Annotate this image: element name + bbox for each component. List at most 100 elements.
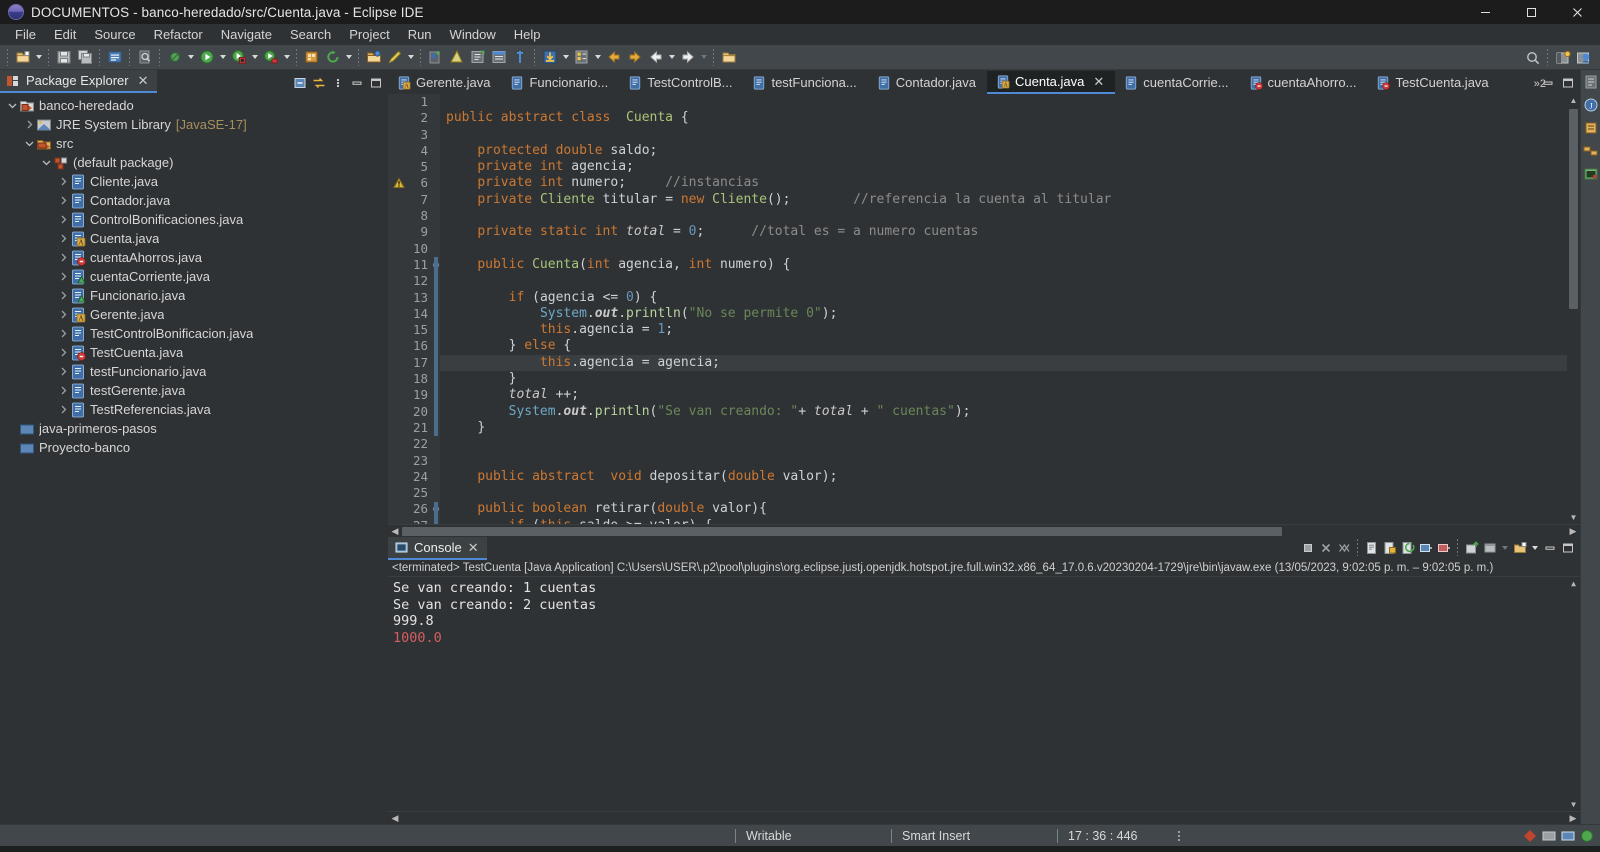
tree-item[interactable]: A Gerente.java [0,305,388,324]
display-selected-console-icon[interactable] [1435,539,1452,556]
java-editor[interactable]: 1 2 3 4 5 6 7 8 9 10 11 12 13 14 15 16 17 18 19 20 21 22 23 24 2… [388,94,1580,535]
chevron-down-icon[interactable] [40,153,53,172]
horizontal-scroll-track[interactable] [402,812,1566,825]
skip-breakpoints-dropdown-icon[interactable] [185,47,196,68]
open-perspective-button-icon[interactable] [1552,47,1573,68]
annotation-slot[interactable] [388,338,408,354]
terminate-icon[interactable] [1299,539,1316,556]
annotation-slot[interactable] [388,469,408,485]
chevron-right-icon[interactable] [57,267,70,286]
annotation-slot[interactable] [388,485,408,501]
menu-run[interactable]: Run [399,25,441,44]
run-dropdown-icon[interactable] [217,47,228,68]
back-icon[interactable] [603,47,624,68]
save-all-icon[interactable] [74,47,95,68]
tree-item[interactable]: ControlBonificaciones.java [0,210,388,229]
editor-tab[interactable]: Funcionario... [501,71,619,94]
close-icon[interactable]: ✕ [1093,74,1104,90]
tree-item[interactable]: (default package) [0,153,388,172]
debug-dropdown-icon[interactable] [281,47,292,68]
open-perspective-icon[interactable] [363,47,384,68]
javadoc-view-icon[interactable]: J [1583,97,1599,113]
tree-item[interactable]: cuentaCorriente.java [0,267,388,286]
save-icon[interactable] [53,47,74,68]
coverage-icon[interactable] [228,47,249,68]
remove-all-launches-icon[interactable] [1335,539,1352,556]
maximize-button[interactable] [1508,0,1554,24]
new-java-project-icon[interactable] [425,47,446,68]
tab-package-explorer[interactable]: Package Explorer ✕ [0,70,157,93]
scroll-right-icon[interactable]: ▶ [1566,812,1580,825]
chevron-right-icon[interactable] [57,343,70,362]
chevron-right-icon[interactable] [57,229,70,248]
download-dropdown-icon[interactable] [560,47,571,68]
annotation-slot[interactable] [388,257,408,273]
project-tree[interactable]: banco-heredado JRE System Library [JavaSE-… [0,93,388,824]
editor-tab[interactable]: Contador.java [868,71,987,94]
quick-search-icon[interactable] [1522,47,1543,68]
chevron-right-icon[interactable] [57,324,70,343]
print-icon[interactable] [104,47,125,68]
scroll-left-icon[interactable]: ◀ [388,525,402,538]
annotation-slot[interactable] [388,290,408,306]
chevron-right-icon[interactable] [57,381,70,400]
new-wizard-icon[interactable] [12,47,33,68]
annotation-slot[interactable] [388,241,408,257]
tree-item[interactable]: TestReferencias.java [0,400,388,419]
annotation-slot[interactable] [388,208,408,224]
new-annotation-icon[interactable] [509,47,530,68]
open-folder-icon[interactable] [718,47,739,68]
java-perspective-icon[interactable] [1573,47,1594,68]
tree-item[interactable]: TestCuenta.java [0,343,388,362]
view-menu-icon[interactable] [329,74,346,91]
debug-icon[interactable] [260,47,281,68]
annotation-slot[interactable] [388,404,408,420]
scroll-lock-icon[interactable] [1381,539,1398,556]
external-tools-dropdown-icon[interactable] [592,47,603,68]
minimize-console-icon[interactable] [1541,539,1558,556]
menu-edit[interactable]: Edit [45,25,85,44]
menu-project[interactable]: Project [340,25,398,44]
menu-refactor[interactable]: Refactor [145,25,212,44]
open-console-icon[interactable] [1463,539,1480,556]
new-class-icon[interactable] [467,47,488,68]
editor-tab[interactable]: A Cuenta.java ✕ [986,71,1116,94]
close-button[interactable] [1554,0,1600,24]
tree-item[interactable]: testGerente.java [0,381,388,400]
annotation-slot[interactable] [388,159,408,175]
new-package-icon[interactable] [446,47,467,68]
open-type-icon[interactable] [301,47,322,68]
console-vertical-scrollbar[interactable]: ▲ ▼ [1567,577,1580,811]
tree-item[interactable]: JRE System Library [JavaSE-17] [0,115,388,134]
menu-search[interactable]: Search [281,25,340,44]
navigate-back-dropdown-icon[interactable] [666,47,677,68]
editor-tab[interactable]: cuentaAhorro... [1240,71,1368,94]
task-list-view-icon[interactable] [1583,120,1599,136]
tray-icon-1[interactable] [1523,829,1537,843]
chevron-right-icon[interactable] [57,248,70,267]
clear-console-icon[interactable] [1363,539,1380,556]
quick-access-pencil-icon[interactable] [384,47,405,68]
scroll-up-icon[interactable]: ▲ [1567,577,1580,590]
menu-file[interactable]: File [6,25,45,44]
pencil-dropdown-icon[interactable] [405,47,416,68]
vertical-scroll-thumb[interactable] [1569,109,1578,309]
refresh-icon[interactable] [322,47,343,68]
chevron-right-icon[interactable] [57,172,70,191]
chevron-right-icon[interactable] [57,400,70,419]
annotation-slot[interactable] [388,387,408,403]
annotation-slot[interactable] [388,175,408,191]
annotation-slot[interactable] [388,306,408,322]
chevron-right-icon[interactable] [57,362,70,381]
tree-item[interactable]: A Cuenta.java [0,229,388,248]
chevron-down-icon[interactable] [23,134,36,153]
chevron-right-icon[interactable] [57,210,70,229]
editor-tab[interactable]: TestControlB... [619,71,743,94]
new-wizard-dropdown-icon[interactable] [33,47,44,68]
maximize-editor-icon[interactable] [1559,74,1576,91]
show-console-on-output-icon[interactable] [1399,539,1416,556]
collapse-all-icon[interactable] [291,74,308,91]
forward-icon[interactable] [624,47,645,68]
navigate-back-icon[interactable] [645,47,666,68]
editor-tab[interactable]: A Gerente.java [388,71,501,94]
